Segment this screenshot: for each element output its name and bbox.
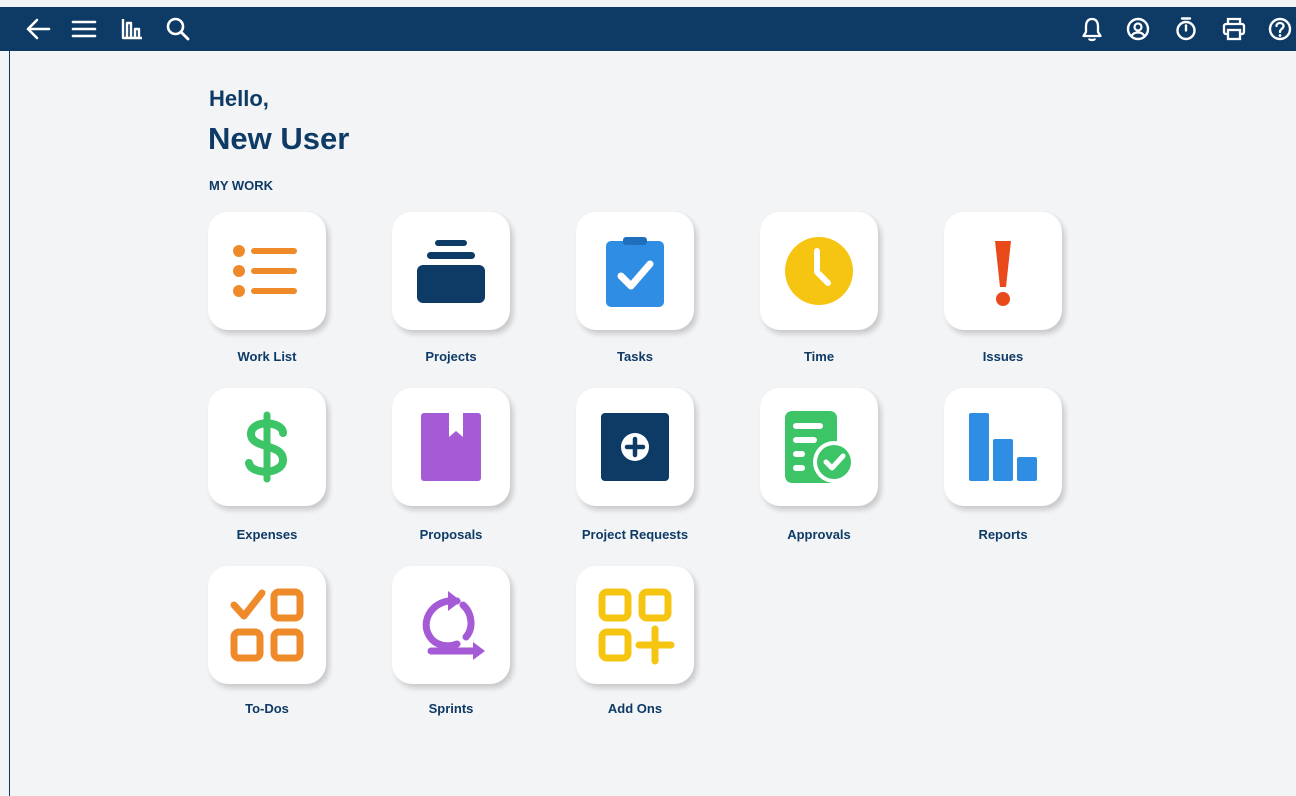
reports-label: Reports [978, 527, 1028, 542]
approvals-label: Approvals [787, 527, 851, 542]
to-dos-label: To-Dos [245, 701, 289, 716]
add-ons-label: Add Ons [607, 701, 663, 716]
exclamation-icon [995, 241, 1011, 306]
hamburger-menu-icon[interactable] [70, 15, 98, 43]
account-icon[interactable] [1124, 15, 1152, 43]
greeting-hello: Hello, [209, 86, 269, 111]
approval-doc-icon [785, 411, 855, 483]
clock-icon [785, 237, 853, 305]
print-icon[interactable] [1220, 15, 1248, 43]
proposals-label: Proposals [419, 527, 483, 542]
proposals-tile[interactable] [392, 388, 510, 506]
to-dos-tile[interactable] [208, 566, 326, 684]
add-ons-tile[interactable] [576, 566, 694, 684]
stopwatch-icon[interactable] [1172, 15, 1200, 43]
help-icon[interactable] [1266, 15, 1294, 43]
search-icon[interactable] [164, 15, 192, 43]
tasks-icon [606, 237, 664, 307]
dashboard-icon[interactable] [118, 15, 146, 43]
approvals-tile[interactable] [760, 388, 878, 506]
top-navigation-bar [0, 7, 1296, 51]
issues-tile[interactable] [944, 212, 1062, 330]
greeting-user-name: New User [208, 121, 350, 156]
tasks-label: Tasks [617, 349, 653, 364]
proposal-book-icon [421, 413, 481, 481]
sprints-tile[interactable] [392, 566, 510, 684]
projects-tile[interactable] [392, 212, 510, 330]
bar-chart-icon [969, 413, 1037, 481]
project-requests-label: Project Requests [581, 527, 689, 542]
issues-label: Issues [982, 349, 1024, 364]
work-list-label: Work List [237, 349, 297, 364]
project-requests-tile[interactable] [576, 388, 694, 506]
sprint-cycle-icon [422, 591, 485, 660]
reports-tile[interactable] [944, 388, 1062, 506]
time-tile[interactable] [760, 212, 878, 330]
work-list-icon [233, 245, 297, 297]
section-title: MY WORK [209, 178, 274, 193]
dollar-icon [245, 411, 288, 483]
projects-label: Projects [425, 349, 477, 364]
bell-icon[interactable] [1078, 15, 1106, 43]
sprints-label: Sprints [428, 701, 474, 716]
back-arrow-icon[interactable] [24, 15, 52, 43]
expenses-label: Expenses [236, 527, 298, 542]
todo-grid-icon [230, 588, 304, 662]
add-request-icon [601, 413, 669, 481]
left-border [9, 51, 10, 796]
add-ons-grid-icon [598, 588, 675, 665]
expenses-tile[interactable] [208, 388, 326, 506]
time-label: Time [803, 349, 835, 364]
tasks-tile[interactable] [576, 212, 694, 330]
projects-icon [417, 240, 485, 303]
work-list-tile[interactable] [208, 212, 326, 330]
